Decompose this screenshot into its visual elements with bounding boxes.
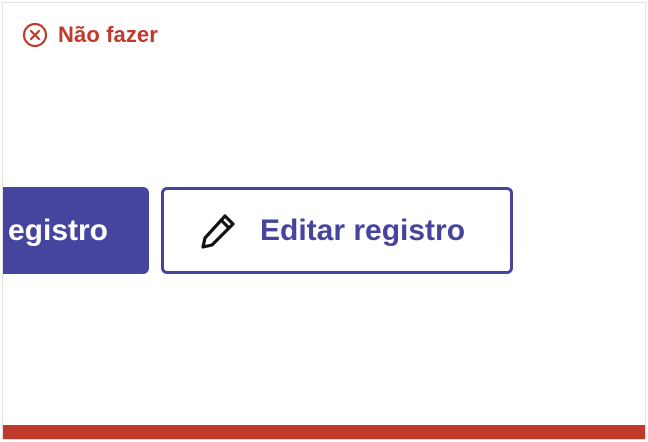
new-record-button-label: egistro [7,213,108,247]
dont-label: Não fazer [58,22,158,47]
new-record-button[interactable]: egistro [3,187,149,274]
edit-record-button[interactable]: Editar registro [161,187,513,274]
close-circle-icon [22,22,48,48]
dont-example-card: Não fazer egistro Editar registro [2,2,646,440]
edit-record-button-label: Editar registro [260,213,466,247]
pencil-icon [198,211,238,251]
dont-status-bar [3,425,645,439]
dont-header: Não fazer [22,22,158,48]
